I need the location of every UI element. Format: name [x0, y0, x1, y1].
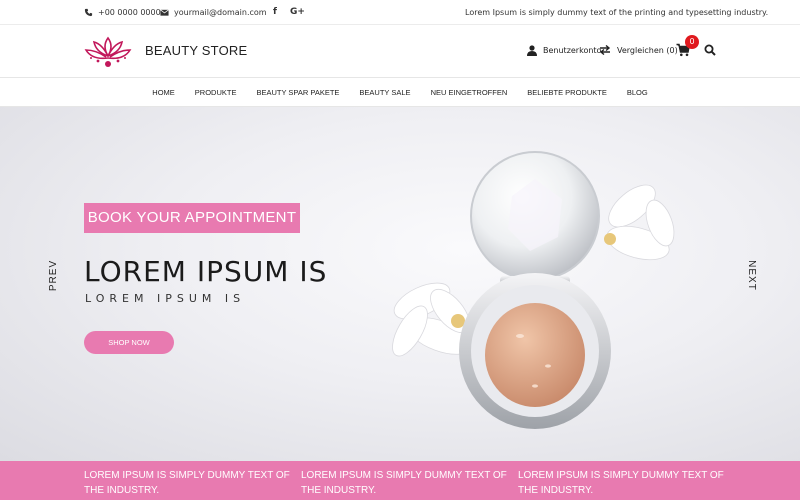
nav-item-produkte[interactable]: PRODUKTE — [195, 88, 237, 97]
email-contact[interactable]: yourmail@domain.com — [160, 8, 267, 17]
nav-item-beliebte-produkte[interactable]: BELIEBTE PRODUKTE — [527, 88, 607, 97]
nav-item-beauty-sale[interactable]: BEAUTY SALE — [359, 88, 410, 97]
compare-icon — [599, 45, 611, 55]
account-link[interactable]: Benutzerkonto — [527, 45, 601, 56]
hero-slider: BOOK YOUR APPOINTMENT LOREM IPSUM IS LOR… — [0, 107, 800, 461]
site-header: BEAUTY STORE Benutzerkonto Vergleichen (… — [0, 25, 800, 78]
lotus-logo-icon[interactable] — [82, 34, 134, 70]
promo-text: LOREM IPSUM IS SIMPLY DUMMY TEXT OF THE … — [301, 470, 507, 496]
google-plus-icon[interactable]: G+ — [290, 7, 305, 17]
top-tagline: Lorem Ipsum is simply dummy text of the … — [465, 8, 768, 17]
book-appointment-banner[interactable]: BOOK YOUR APPOINTMENT — [84, 203, 300, 233]
search-icon[interactable] — [704, 44, 716, 56]
promo-text: LOREM IPSUM IS SIMPLY DUMMY TEXT OF THE … — [518, 470, 724, 496]
brand-name[interactable]: BEAUTY STORE — [145, 43, 247, 58]
facebook-icon[interactable]: f — [273, 7, 277, 17]
nav-item-blog[interactable]: BLOG — [627, 88, 648, 97]
flower-right — [604, 184, 675, 261]
user-icon — [527, 45, 537, 56]
phone-contact[interactable]: +00 0000 0000 — [84, 8, 161, 17]
slider-next-button[interactable]: NEXT — [746, 260, 757, 291]
account-label: Benutzerkonto — [543, 46, 602, 55]
compare-label: Vergleichen (0) — [617, 45, 678, 55]
main-nav: HOME PRODUKTE BEAUTY SPAR PAKETE BEAUTY … — [0, 79, 800, 107]
cart-count-badge: 0 — [685, 35, 699, 49]
shop-now-button[interactable]: SHOP NOW — [84, 331, 174, 354]
top-bar: +00 0000 0000 yourmail@domain.com f G+ L… — [0, 0, 800, 25]
promo-text: LOREM IPSUM IS SIMPLY DUMMY TEXT OF THE … — [84, 470, 290, 496]
cushion-compact-product-image — [392, 151, 675, 429]
nav-item-beauty-spar-pakete[interactable]: BEAUTY SPAR PAKETE — [256, 88, 339, 97]
hero-title: LOREM IPSUM IS — [84, 255, 328, 288]
phone-number: +00 0000 0000 — [98, 8, 161, 17]
promo-strip: LOREM IPSUM IS SIMPLY DUMMY TEXT OF THE … — [0, 461, 800, 500]
compare-link[interactable]: Vergleichen (0) — [599, 45, 678, 55]
mail-icon — [160, 9, 169, 16]
slider-prev-button[interactable]: PREV — [48, 260, 59, 291]
nav-item-neu-eingetroffen[interactable]: NEU EINGETROFFEN — [431, 88, 508, 97]
phone-icon — [84, 8, 93, 17]
hero-subtitle: LOREM IPSUM IS — [85, 292, 246, 305]
email-address: yourmail@domain.com — [174, 8, 267, 17]
tagline-text: Lorem Ipsum is simply dummy text of the … — [465, 8, 769, 17]
nav-item-home[interactable]: HOME — [152, 88, 175, 97]
